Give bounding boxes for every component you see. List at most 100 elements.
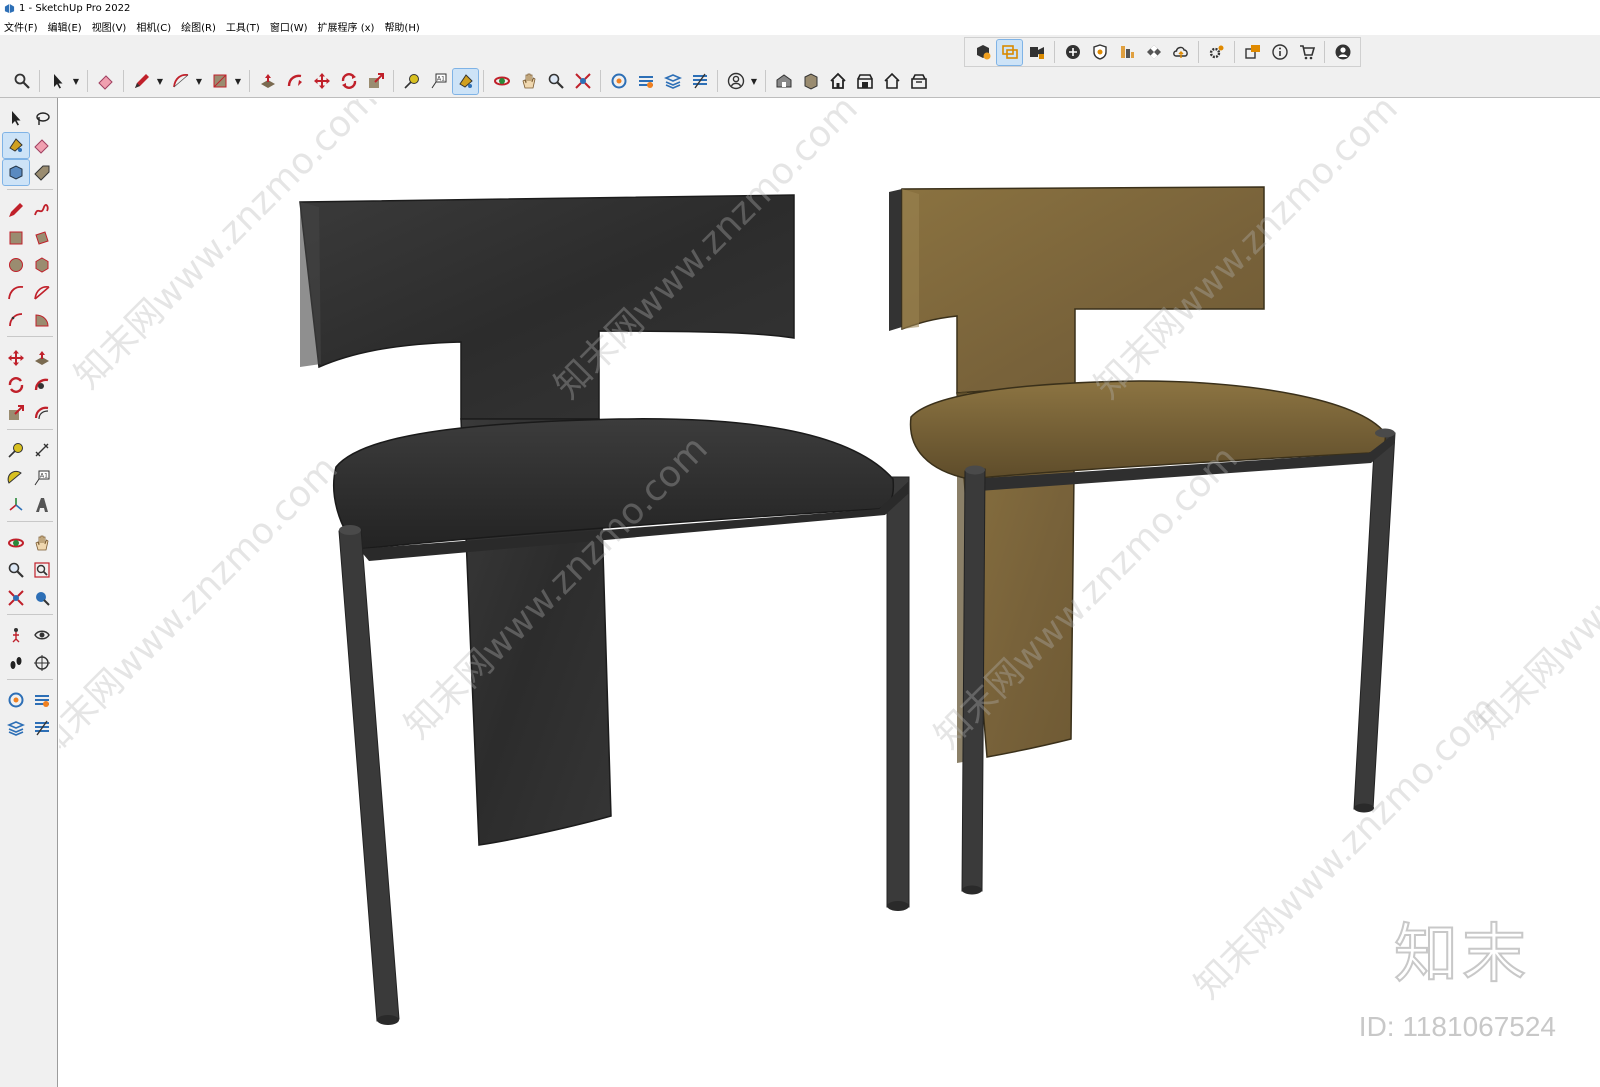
freehand-icon[interactable] <box>29 198 55 223</box>
pencil-icon[interactable] <box>129 69 154 94</box>
section-fill-icon[interactable] <box>29 688 55 713</box>
position-camera-icon[interactable] <box>3 623 29 648</box>
rotated-rectangle-icon[interactable] <box>29 225 55 250</box>
pushpull-icon[interactable] <box>29 345 55 370</box>
text-icon[interactable]: A1 <box>426 69 451 94</box>
drawing-viewport[interactable]: 知末网www.znzmo.com 知末网www.znzmo.com 知末网www… <box>59 99 1600 1087</box>
scene-chat-icon[interactable] <box>1240 40 1265 65</box>
cloud-icon[interactable] <box>1168 40 1193 65</box>
chevron-down-icon[interactable]: ▼ <box>71 77 81 86</box>
followme-icon[interactable] <box>29 373 55 398</box>
zoom-icon[interactable] <box>543 69 568 94</box>
menu-edit[interactable]: 编辑(E) <box>48 19 82 34</box>
info-icon[interactable] <box>1267 40 1292 65</box>
two-point-arc-icon[interactable] <box>29 280 55 305</box>
3d-text-icon[interactable] <box>29 493 55 518</box>
cart-icon[interactable] <box>1294 40 1319 65</box>
rotate-icon[interactable] <box>336 69 361 94</box>
scale-icon[interactable] <box>363 69 388 94</box>
rectangle-icon[interactable] <box>3 225 29 250</box>
tag-icon[interactable] <box>29 160 55 185</box>
layers-icon[interactable] <box>1114 40 1139 65</box>
chevron-down-icon[interactable]: ▼ <box>155 77 165 86</box>
search-icon[interactable] <box>9 69 34 94</box>
menu-view[interactable]: 视图(V) <box>92 19 127 34</box>
pencil-icon[interactable] <box>3 198 29 223</box>
walk-icon[interactable] <box>3 650 29 675</box>
crosshair-icon[interactable] <box>29 650 55 675</box>
chevron-down-icon[interactable]: ▼ <box>233 77 243 86</box>
select-icon[interactable] <box>3 105 29 130</box>
rotate-icon[interactable] <box>3 373 29 398</box>
zoom-window-icon[interactable] <box>29 558 55 583</box>
account-icon[interactable] <box>1330 40 1355 65</box>
tape-icon[interactable] <box>3 438 29 463</box>
followme-icon[interactable] <box>282 69 307 94</box>
paint-icon[interactable] <box>452 67 479 95</box>
section-fill-icon[interactable] <box>633 69 658 94</box>
section-cut-icon[interactable] <box>687 69 712 94</box>
axes-icon[interactable] <box>3 493 29 518</box>
zoom-icon[interactable] <box>3 558 29 583</box>
menu-window[interactable]: 窗口(W) <box>270 19 308 34</box>
arc-icon[interactable] <box>168 69 193 94</box>
menu-extensions[interactable]: 扩展程序 (x) <box>318 19 375 34</box>
text-icon[interactable]: A1 <box>29 465 55 490</box>
section-icon[interactable] <box>3 688 29 713</box>
section-display-icon[interactable] <box>660 69 685 94</box>
move-icon[interactable] <box>3 345 29 370</box>
video-icon[interactable] <box>1024 40 1049 65</box>
user-icon[interactable] <box>723 69 748 94</box>
lasso-select-icon[interactable] <box>29 105 55 130</box>
circle-icon[interactable] <box>3 253 29 278</box>
eraser-icon[interactable] <box>93 69 118 94</box>
dimension-icon[interactable] <box>29 438 55 463</box>
polygon-icon[interactable] <box>29 253 55 278</box>
pan-icon[interactable] <box>29 530 55 555</box>
rectangle-icon[interactable] <box>207 69 232 94</box>
chevron-down-icon[interactable]: ▼ <box>749 77 759 86</box>
three-point-arc-icon[interactable] <box>3 308 29 333</box>
house-outline-icon[interactable] <box>879 69 904 94</box>
menu-tools[interactable]: 工具(T) <box>226 19 260 34</box>
paint-icon[interactable] <box>2 131 30 159</box>
menu-help[interactable]: 帮助(H) <box>384 19 419 34</box>
select-scene-icon[interactable] <box>996 38 1023 66</box>
section-icon[interactable] <box>606 69 631 94</box>
warehouse-icon[interactable] <box>771 69 796 94</box>
section-display-icon[interactable] <box>3 715 29 740</box>
select-icon[interactable] <box>45 69 70 94</box>
protractor-icon[interactable] <box>3 465 29 490</box>
pushpull-icon[interactable] <box>255 69 280 94</box>
extension-gear-icon[interactable] <box>1204 40 1229 65</box>
olive-chair[interactable] <box>889 186 1396 895</box>
house-front-icon[interactable] <box>852 69 877 94</box>
menu-camera[interactable]: 相机(C) <box>136 19 171 34</box>
add-location-icon[interactable] <box>1060 40 1085 65</box>
house-gallery-icon[interactable] <box>906 69 931 94</box>
eraser-icon[interactable] <box>29 133 55 158</box>
tape-icon[interactable] <box>399 69 424 94</box>
menu-file[interactable]: 文件(F) <box>4 19 38 34</box>
orbit-icon[interactable] <box>489 69 514 94</box>
orbit-icon[interactable] <box>3 530 29 555</box>
offset-icon[interactable] <box>29 400 55 425</box>
checker-icon[interactable] <box>1141 40 1166 65</box>
chevron-down-icon[interactable]: ▼ <box>194 77 204 86</box>
extension-warehouse-icon[interactable] <box>798 69 823 94</box>
home-icon[interactable] <box>825 69 850 94</box>
dark-chair[interactable] <box>299 194 910 1025</box>
menu-draw[interactable]: 绘图(R) <box>181 19 216 34</box>
scale-icon[interactable] <box>3 400 29 425</box>
zoom-extents-icon[interactable] <box>570 69 595 94</box>
component-icon[interactable] <box>2 159 30 187</box>
section-cut-icon[interactable] <box>29 715 55 740</box>
arc-icon[interactable] <box>3 280 29 305</box>
pan-icon[interactable] <box>516 69 541 94</box>
component-icon[interactable] <box>970 40 995 65</box>
pie-icon[interactable] <box>29 308 55 333</box>
look-around-icon[interactable] <box>29 623 55 648</box>
shield-icon[interactable] <box>1087 40 1112 65</box>
previous-view-icon[interactable] <box>29 585 55 610</box>
zoom-extents-icon[interactable] <box>3 585 29 610</box>
